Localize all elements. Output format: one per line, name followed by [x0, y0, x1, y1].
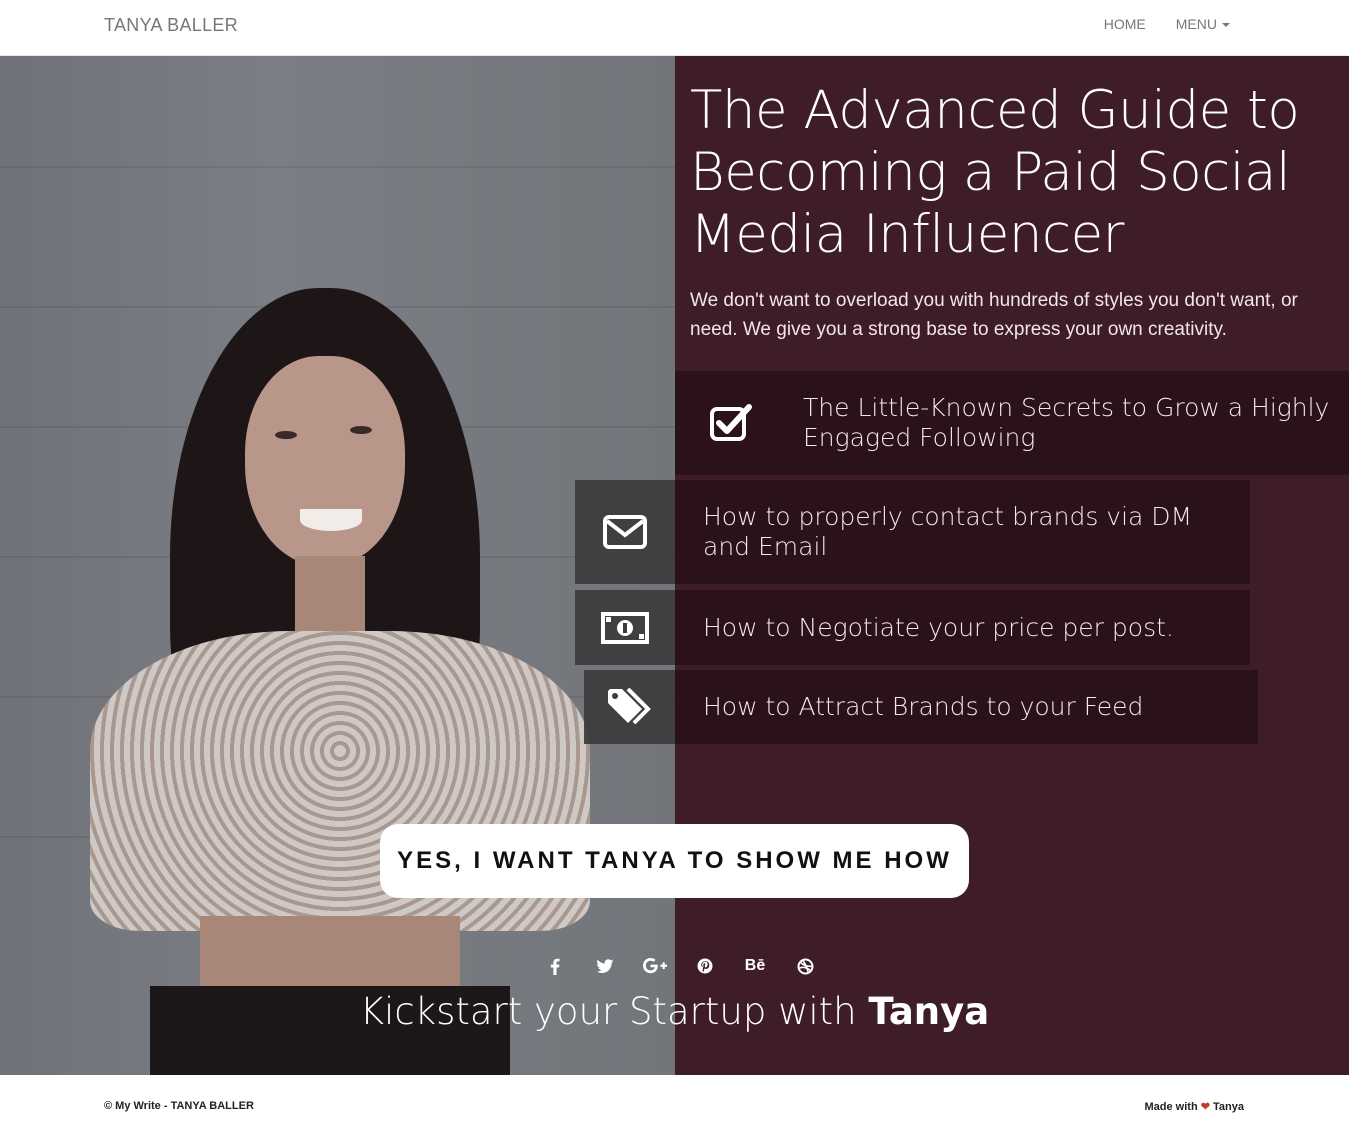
- photo-waist: [200, 916, 460, 996]
- nav-home-link[interactable]: HOME: [1104, 16, 1146, 32]
- feature-item: The Little-Known Secrets to Grow a Highl…: [675, 371, 1349, 475]
- caret-down-icon: [1222, 23, 1230, 28]
- feature-item: How to Attract Brands to your Feed: [584, 670, 1258, 744]
- google-plus-icon[interactable]: [630, 954, 680, 978]
- nav-menu-label: MENU: [1175, 16, 1217, 32]
- photo-eye: [350, 426, 372, 434]
- nav-menu-dropdown[interactable]: MENU: [1176, 16, 1230, 32]
- dribbble-icon[interactable]: [780, 954, 830, 978]
- feature-icon-box: [584, 670, 675, 744]
- feature-icon-box: [575, 590, 675, 665]
- check-square-icon: [710, 404, 752, 441]
- behance-glyph: Bē: [744, 957, 766, 974]
- feature-icon-box: [675, 371, 787, 475]
- feature-text: How to Attract Brands to your Feed: [675, 670, 1258, 744]
- nav-links: HOME MENU: [1104, 16, 1230, 32]
- feature-text: How to properly contact brands via DM an…: [675, 480, 1250, 584]
- photo-neck: [295, 556, 365, 636]
- twitter-icon[interactable]: [580, 954, 630, 978]
- money-bill-icon: [601, 611, 649, 644]
- feature-item: How to properly contact brands via DM an…: [575, 480, 1250, 584]
- hero-subtext: We don't want to overload you with hundr…: [690, 290, 1298, 340]
- photo-eye: [275, 431, 297, 439]
- hero-headline: The Advanced Guide to Becoming a Paid So…: [690, 80, 1300, 265]
- photo-smile: [300, 509, 362, 531]
- heart-icon: ❤: [1200, 1101, 1210, 1113]
- made-with-label: Made with: [1144, 1101, 1198, 1113]
- envelope-icon: [603, 515, 647, 549]
- feature-text: The Little-Known Secrets to Grow a Highl…: [787, 371, 1349, 475]
- tags-icon: [607, 687, 651, 725]
- photo-face: [245, 356, 405, 566]
- hero-section: The Advanced Guide to Becoming a Paid So…: [0, 56, 1349, 1075]
- footer-made-with: Made with ❤ Tanya: [1145, 1100, 1245, 1113]
- kickstart-tagline: Kickstart your Startup with Tanya: [0, 990, 1349, 1033]
- facebook-icon[interactable]: [530, 954, 580, 978]
- navbar: TANYA BALLER HOME MENU: [0, 0, 1349, 56]
- brand-link[interactable]: TANYA BALLER: [104, 15, 238, 36]
- feature-icon-box: [575, 480, 675, 584]
- footer: © My Write - TANYA BALLER Made with ❤ Ta…: [0, 1075, 1349, 1145]
- social-links: Bē: [530, 954, 830, 978]
- made-by-name: Tanya: [1213, 1101, 1244, 1113]
- pinterest-icon[interactable]: [680, 954, 730, 978]
- feature-item: How to Negotiate your price per post.: [575, 590, 1250, 665]
- hero-photo: [0, 56, 675, 1075]
- wall-plank: [0, 166, 675, 168]
- behance-icon[interactable]: Bē: [730, 954, 780, 978]
- footer-copyright: © My Write - TANYA BALLER: [104, 1100, 254, 1112]
- feature-text: How to Negotiate your price per post.: [675, 590, 1250, 665]
- cta-button[interactable]: YES, I WANT TANYA TO SHOW ME HOW: [380, 824, 969, 898]
- kickstart-name: Tanya: [868, 990, 990, 1033]
- kickstart-prefix: Kickstart your Startup with: [359, 990, 857, 1033]
